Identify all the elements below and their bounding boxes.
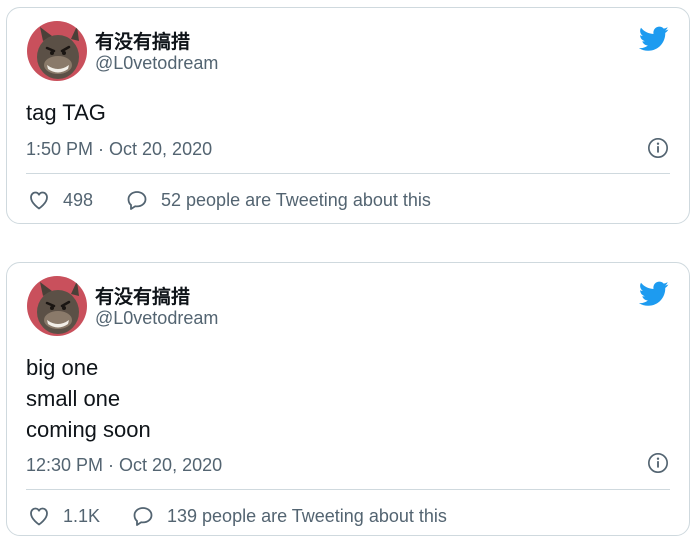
divider xyxy=(26,489,670,490)
like-count: 498 xyxy=(63,189,94,210)
conversation-button[interactable]: 52 people are Tweeting about this xyxy=(125,188,431,212)
tweet-text: big one small one coming soon xyxy=(26,352,151,445)
like-button[interactable]: 1.1K xyxy=(27,504,100,528)
speech-bubble-icon xyxy=(133,507,153,526)
tweet-text-line: big one xyxy=(26,355,99,380)
tweet-card[interactable]: 有没有搞措 @L0vetodream big one small one com… xyxy=(6,262,690,536)
info-icon[interactable] xyxy=(647,137,669,159)
tweet-text-line: tag TAG xyxy=(26,100,106,125)
heart-icon xyxy=(30,191,48,210)
like-button[interactable]: 498 xyxy=(27,188,93,212)
tweet-timestamp[interactable]: 12:30 PM · Oct 20, 2020 xyxy=(26,455,222,476)
twitter-bird-icon[interactable] xyxy=(639,281,669,307)
avatar-image xyxy=(27,276,87,336)
conversation-button[interactable]: 139 people are Tweeting about this xyxy=(131,504,447,528)
info-icon[interactable] xyxy=(647,452,669,474)
speech-bubble-icon xyxy=(127,191,147,210)
user-handle[interactable]: @L0vetodream xyxy=(95,308,218,329)
conversation-text: 52 people are Tweeting about this xyxy=(161,189,431,210)
avatar[interactable] xyxy=(27,276,87,336)
tweet-text-line: small one xyxy=(26,386,121,411)
heart-icon xyxy=(30,507,48,526)
divider xyxy=(26,173,670,174)
twitter-bird-icon[interactable] xyxy=(639,26,669,52)
tweet-text-line: coming soon xyxy=(26,417,151,442)
user-handle[interactable]: @L0vetodream xyxy=(95,53,218,74)
tweet-text: tag TAG xyxy=(26,97,106,128)
like-count: 1.1K xyxy=(63,505,101,526)
avatar-image xyxy=(27,21,87,81)
tweet-card[interactable]: 有没有搞措 @L0vetodream tag TAG 1:50 PM · Oct… xyxy=(6,7,690,224)
avatar[interactable] xyxy=(27,21,87,81)
display-name[interactable]: 有没有搞措 xyxy=(95,282,190,309)
tweet-timestamp[interactable]: 1:50 PM · Oct 20, 2020 xyxy=(26,139,212,160)
conversation-text: 139 people are Tweeting about this xyxy=(167,505,447,526)
display-name[interactable]: 有没有搞措 xyxy=(95,27,190,54)
